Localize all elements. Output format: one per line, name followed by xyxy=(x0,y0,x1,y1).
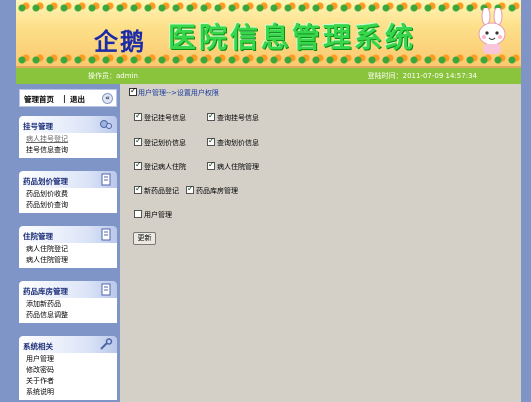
permission-label: 新药品登记 xyxy=(144,187,179,195)
link-separator: | xyxy=(63,94,66,103)
document-icon xyxy=(101,173,111,186)
permission-label: 登记病人住院 xyxy=(144,163,186,171)
menu-item-pricing-query[interactable]: 药品划价查询 xyxy=(19,200,117,211)
menu-section-pricing: 药品划价管理 药品划价收费 药品划价查询 xyxy=(19,171,117,213)
menu-section-inpatient: 住院管理 病人住院登记 病人住院管理 xyxy=(19,226,117,268)
menu-item-adjust-drug-info[interactable]: 药品信息调整 xyxy=(19,310,117,321)
menu-item-user-management[interactable]: 用户管理 xyxy=(19,354,117,365)
breadcrumb: 用户管理-->设置用户权限 xyxy=(129,86,219,98)
menu-section-registration: 挂号管理 病人挂号登记 挂号信息查询 xyxy=(19,116,117,158)
breadcrumb-icon xyxy=(129,86,137,96)
document-icon xyxy=(101,283,111,296)
permission-label: 病人住院管理 xyxy=(217,163,259,171)
checkbox[interactable] xyxy=(207,111,215,121)
checkbox[interactable] xyxy=(134,210,142,218)
menu-section-header[interactable]: 住院管理 xyxy=(19,226,117,243)
menu-section-title: 挂号管理 xyxy=(23,122,53,131)
menu-item-system-help[interactable]: 系统说明 xyxy=(19,387,117,398)
checkbox[interactable] xyxy=(134,160,142,170)
permission-pharmacy-management[interactable]: 药品库房管理 xyxy=(186,184,238,196)
checkbox[interactable] xyxy=(134,136,142,146)
checkbox[interactable] xyxy=(134,184,142,194)
menu-section-system: 系统相关 用户管理 修改密码 关于作者 系统说明 xyxy=(19,336,117,400)
header-banner: 企鹅 医院信息管理系统 xyxy=(16,0,521,68)
carrot-border-bottom xyxy=(16,52,521,66)
status-bar: 操作员：admin 登陆时间：2011-07-09 14:57:34 xyxy=(16,68,521,84)
menu-item-inpatient-registration[interactable]: 病人住院登记 xyxy=(19,244,117,255)
wrench-icon xyxy=(100,338,113,350)
document-icon xyxy=(101,228,111,241)
breadcrumb-text: 用户管理-->设置用户权限 xyxy=(138,89,219,97)
permission-register-registration[interactable]: 登记挂号信息 xyxy=(134,111,186,123)
permission-label: 药品库房管理 xyxy=(196,187,238,195)
menu-item-patient-registration[interactable]: 病人挂号登记 xyxy=(19,134,117,145)
menu-section-title: 系统相关 xyxy=(23,342,53,351)
menu-section-title: 药品库房管理 xyxy=(23,287,68,296)
menu-item-add-drug[interactable]: 添加新药品 xyxy=(19,299,117,310)
permission-new-drug[interactable]: 新药品登记 xyxy=(134,184,179,196)
gears-icon xyxy=(100,120,112,129)
menu-item-drug-pricing[interactable]: 药品划价收费 xyxy=(19,189,117,200)
menu-section-pharmacy: 药品库房管理 添加新药品 药品信息调整 xyxy=(19,281,117,323)
checkbox[interactable] xyxy=(186,184,194,194)
menu-section-header[interactable]: 药品划价管理 xyxy=(19,171,117,188)
menu-section-header[interactable]: 挂号管理 xyxy=(19,116,117,133)
permission-user-management[interactable]: 用户管理 xyxy=(134,210,172,220)
permission-query-registration[interactable]: 查询挂号信息 xyxy=(207,111,259,123)
menu-item-registration-query[interactable]: 挂号信息查询 xyxy=(19,145,117,156)
collapse-sidebar-icon[interactable]: « xyxy=(102,93,113,104)
checkbox[interactable] xyxy=(134,111,142,121)
main-content: 用户管理-->设置用户权限 登记挂号信息 查询挂号信息 登记划价信息 查询划价信… xyxy=(120,84,521,402)
sidebar: 管理首页 | 退出 « 挂号管理 病人挂号登记 挂号信息查询 药品划价管理 药品… xyxy=(16,84,120,402)
sidebar-top-links: 管理首页 | 退出 « xyxy=(19,89,117,107)
home-link[interactable]: 管理首页 xyxy=(24,94,54,105)
permission-query-pricing[interactable]: 查询划价信息 xyxy=(207,136,259,148)
menu-item-about-author[interactable]: 关于作者 xyxy=(19,376,117,387)
carrot-border-top xyxy=(16,0,521,14)
permission-label: 用户管理 xyxy=(144,211,172,219)
menu-section-title: 住院管理 xyxy=(23,232,53,241)
operator-label: 操作员：admin xyxy=(88,72,138,80)
menu-item-change-password[interactable]: 修改密码 xyxy=(19,365,117,376)
system-title: 医院信息管理系统 xyxy=(168,21,417,54)
checkbox[interactable] xyxy=(207,160,215,170)
menu-item-inpatient-management[interactable]: 病人住院管理 xyxy=(19,255,117,266)
permission-label: 查询挂号信息 xyxy=(217,114,259,122)
menu-section-header[interactable]: 系统相关 xyxy=(19,336,117,353)
permission-inpatient-management[interactable]: 病人住院管理 xyxy=(207,160,259,172)
logout-link[interactable]: 退出 xyxy=(70,94,85,105)
permission-label: 查询划价信息 xyxy=(217,139,259,147)
login-time: 登陆时间：2011-07-09 14:57:34 xyxy=(367,72,477,80)
update-button[interactable]: 更新 xyxy=(133,232,156,245)
permission-label: 登记划价信息 xyxy=(144,139,186,147)
checkbox[interactable] xyxy=(207,136,215,146)
permission-label: 登记挂号信息 xyxy=(144,114,186,122)
permission-register-inpatient[interactable]: 登记病人住院 xyxy=(134,160,186,172)
menu-section-header[interactable]: 药品库房管理 xyxy=(19,281,117,298)
permission-register-pricing[interactable]: 登记划价信息 xyxy=(134,136,186,148)
menu-section-title: 药品划价管理 xyxy=(23,177,68,186)
bunny-mascot-icon xyxy=(478,8,506,54)
